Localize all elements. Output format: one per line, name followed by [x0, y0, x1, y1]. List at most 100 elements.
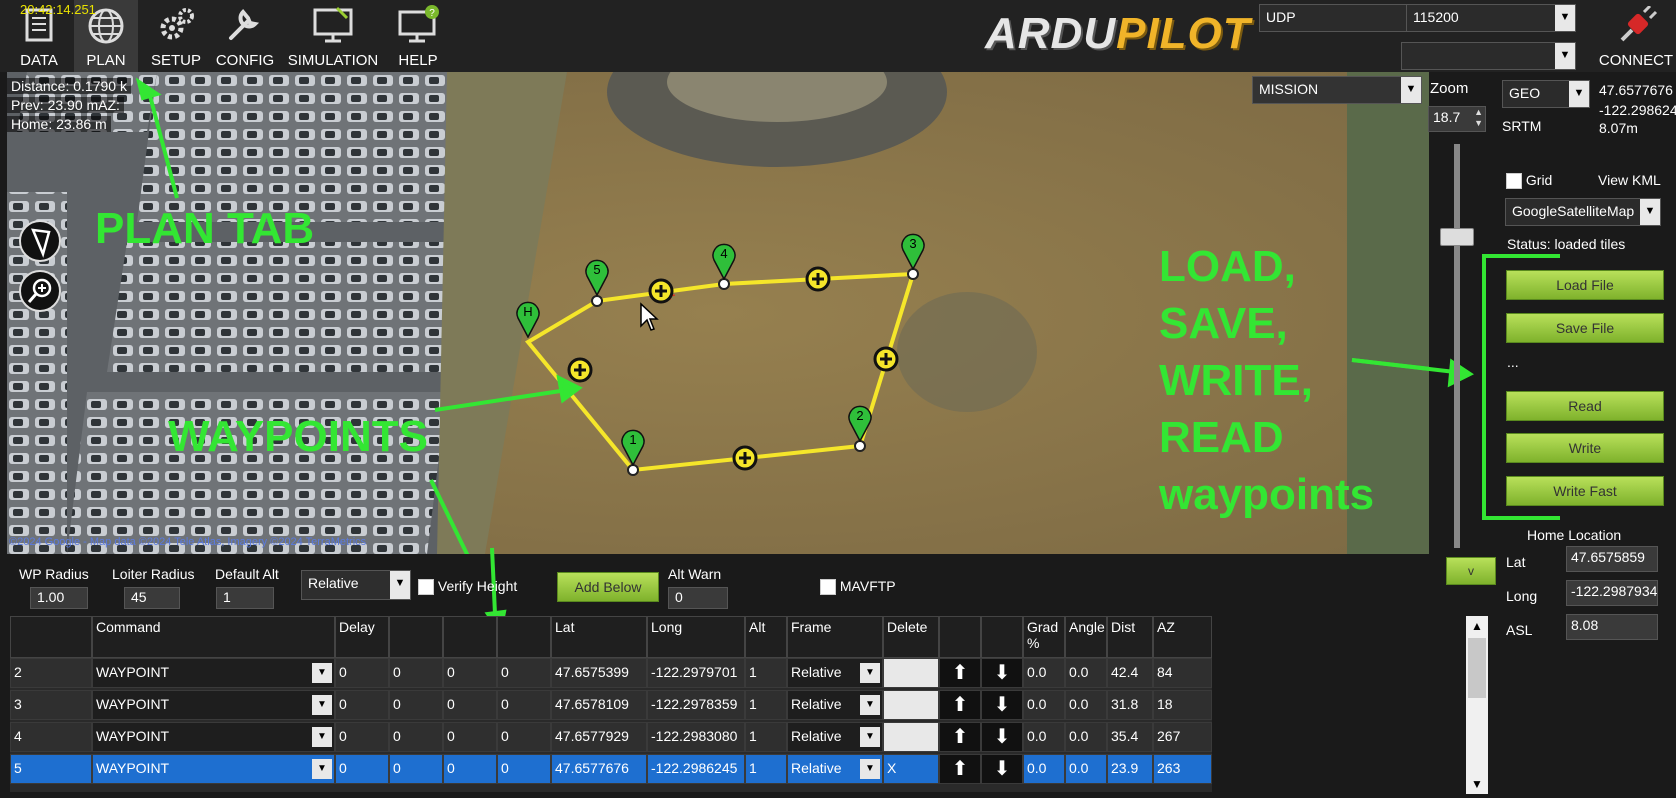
verify-height-checkbox[interactable]: Verify Height: [418, 578, 517, 596]
cell-angle[interactable]: 0.0: [1065, 690, 1107, 720]
protocol-select[interactable]: UDP ▼: [1259, 4, 1429, 32]
chevron-down-icon[interactable]: ▼: [860, 759, 880, 779]
loiter-radius-input[interactable]: 45: [124, 587, 180, 609]
cell-lng[interactable]: -122.2979701: [647, 658, 745, 688]
cell-del[interactable]: [883, 722, 939, 752]
add-below-button[interactable]: Add Below: [557, 572, 659, 602]
cell-del[interactable]: X: [883, 754, 939, 784]
write-button[interactable]: Write: [1506, 433, 1664, 463]
cell-lat[interactable]: 47.6577929: [551, 722, 647, 752]
cell-lng[interactable]: -122.2986245: [647, 754, 745, 784]
map-type-select[interactable]: GoogleSatelliteMap ▼: [1505, 198, 1661, 226]
table-scrollbar[interactable]: ▲ ▼: [1466, 616, 1488, 794]
load-file-button[interactable]: Load File: [1506, 270, 1664, 300]
zoom-slider-thumb[interactable]: [1440, 228, 1474, 246]
cell-angle[interactable]: 0.0: [1065, 754, 1107, 784]
cell-az[interactable]: 18: [1153, 690, 1212, 720]
cell-frame[interactable]: Relative ▼: [787, 658, 883, 688]
cell-az[interactable]: 84: [1153, 658, 1212, 688]
save-file-button[interactable]: Save File: [1506, 313, 1664, 343]
cell-cmd[interactable]: WAYPOINT ▼: [92, 658, 335, 688]
zoom-spinner[interactable]: 18.7 ▲ ▼: [1428, 106, 1486, 132]
cell-p2[interactable]: 0: [389, 658, 443, 688]
alt-warn-input[interactable]: 0: [668, 587, 728, 609]
cell-grad[interactable]: 0.0: [1023, 754, 1065, 784]
cell-num[interactable]: 5: [10, 754, 92, 784]
cell-p4[interactable]: 0: [497, 722, 551, 752]
scroll-up-icon[interactable]: ▲: [1466, 616, 1488, 636]
cell-angle[interactable]: 0.0: [1065, 658, 1107, 688]
chevron-down-icon[interactable]: ▼: [860, 727, 880, 747]
move-down-button[interactable]: ⬇: [981, 722, 1023, 752]
cell-alt[interactable]: 1: [745, 658, 787, 688]
cell-frame[interactable]: Relative ▼: [787, 722, 883, 752]
cell-lng[interactable]: -122.2978359: [647, 690, 745, 720]
cell-dist[interactable]: 31.8: [1107, 690, 1153, 720]
chevron-down-icon[interactable]: ▼: [312, 727, 332, 747]
move-down-button[interactable]: ⬇: [981, 658, 1023, 688]
move-down-button[interactable]: ⬇: [981, 690, 1023, 720]
cell-p1[interactable]: 0: [335, 754, 389, 784]
cell-p2[interactable]: 0: [389, 722, 443, 752]
cell-num[interactable]: 4: [10, 722, 92, 752]
chevron-down-icon[interactable]: ▼: [312, 759, 332, 779]
home-lat-input[interactable]: 47.6575859: [1566, 546, 1658, 572]
wp-radius-input[interactable]: 1.00: [30, 587, 88, 609]
cell-az[interactable]: 263: [1153, 754, 1212, 784]
cell-lat[interactable]: 47.6577676: [551, 754, 647, 784]
cell-p2[interactable]: 0: [389, 690, 443, 720]
move-down-button[interactable]: ⬇: [981, 754, 1023, 784]
cell-grad[interactable]: 0.0: [1023, 658, 1065, 688]
cell-grad[interactable]: 0.0: [1023, 722, 1065, 752]
cell-p2[interactable]: 0: [389, 754, 443, 784]
cell-grad[interactable]: 0.0: [1023, 690, 1065, 720]
cell-p1[interactable]: 0: [335, 690, 389, 720]
cell-p4[interactable]: 0: [497, 658, 551, 688]
collapse-panel-button[interactable]: v: [1446, 557, 1496, 585]
nav-config-button[interactable]: CONFIG: [212, 0, 278, 72]
home-long-input[interactable]: -122.2987934: [1566, 580, 1658, 606]
cell-p3[interactable]: 0: [443, 754, 497, 784]
chevron-down-icon[interactable]: ▼: [312, 695, 332, 715]
zoom-slider-track[interactable]: [1454, 144, 1460, 548]
cell-dist[interactable]: 42.4: [1107, 658, 1153, 688]
map-view[interactable]: + 5 4 3 H 1: [7, 72, 1429, 554]
cell-cmd[interactable]: WAYPOINT ▼: [92, 690, 335, 720]
baud-select[interactable]: 115200 ▼: [1406, 4, 1576, 32]
nav-setup-button[interactable]: SETUP: [144, 0, 208, 72]
cell-p1[interactable]: 0: [335, 722, 389, 752]
cell-del[interactable]: [883, 658, 939, 688]
cell-alt[interactable]: 1: [745, 690, 787, 720]
cell-p4[interactable]: 0: [497, 690, 551, 720]
chevron-down-icon[interactable]: ▼: [860, 695, 880, 715]
cell-p1[interactable]: 0: [335, 658, 389, 688]
coord-mode-select[interactable]: GEO ▼: [1502, 80, 1590, 108]
cell-p3[interactable]: 0: [443, 690, 497, 720]
cell-del[interactable]: [883, 690, 939, 720]
cell-num[interactable]: 2: [10, 658, 92, 688]
write-fast-button[interactable]: Write Fast: [1506, 476, 1664, 506]
cell-num[interactable]: 3: [10, 690, 92, 720]
scroll-down-icon[interactable]: ▼: [1466, 774, 1488, 794]
home-asl-input[interactable]: 8.08: [1566, 614, 1658, 640]
cell-alt[interactable]: 1: [745, 722, 787, 752]
cell-angle[interactable]: 0.0: [1065, 722, 1107, 752]
cell-lat[interactable]: 47.6578109: [551, 690, 647, 720]
move-up-button[interactable]: ⬆: [939, 658, 981, 688]
chevron-down-icon[interactable]: ▼: [860, 663, 880, 683]
read-button[interactable]: Read: [1506, 391, 1664, 421]
move-up-button[interactable]: ⬆: [939, 722, 981, 752]
nav-simulation-button[interactable]: SIMULATION: [282, 0, 384, 72]
cell-alt[interactable]: 1: [745, 754, 787, 784]
cell-cmd[interactable]: WAYPOINT ▼: [92, 722, 335, 752]
cell-lat[interactable]: 47.6575399: [551, 658, 647, 688]
nav-help-button[interactable]: ? HELP: [386, 0, 450, 72]
cell-p3[interactable]: 0: [443, 722, 497, 752]
mavftp-checkbox[interactable]: MAVFTP: [820, 578, 896, 596]
chevron-down-icon[interactable]: ▼: [312, 663, 332, 683]
cell-dist[interactable]: 35.4: [1107, 722, 1153, 752]
default-alt-input[interactable]: 1: [216, 587, 274, 609]
cell-dist[interactable]: 23.9: [1107, 754, 1153, 784]
cell-cmd[interactable]: WAYPOINT ▼: [92, 754, 335, 784]
cell-lng[interactable]: -122.2983080: [647, 722, 745, 752]
